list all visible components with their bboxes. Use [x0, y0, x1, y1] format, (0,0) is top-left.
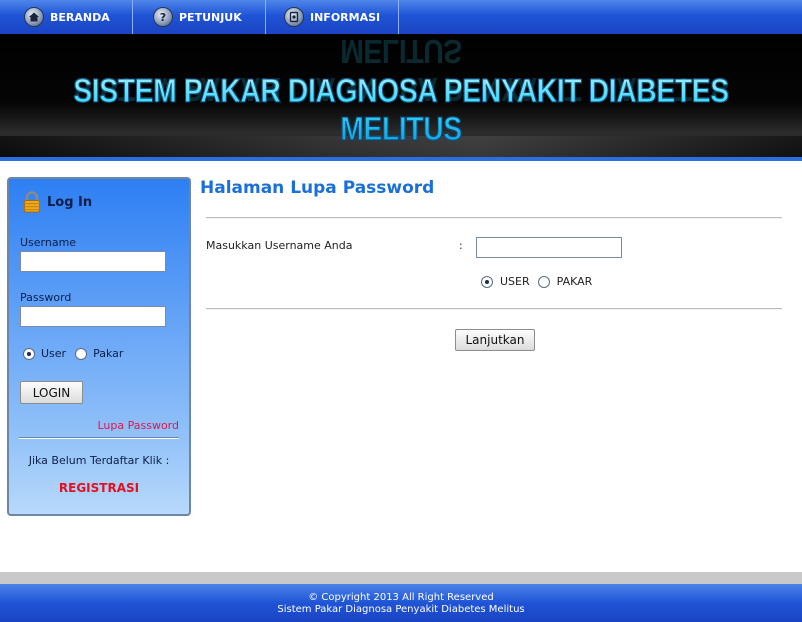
- username-field[interactable]: [20, 251, 166, 272]
- username-prompt-label: Masukkan Username Anda: [206, 239, 353, 252]
- register-link[interactable]: REGISTRASI: [9, 481, 189, 495]
- nav-item-beranda[interactable]: BERANDA: [0, 0, 133, 34]
- password-label: Password: [20, 291, 72, 304]
- continue-button[interactable]: Lanjutkan: [455, 329, 535, 351]
- role-label-pakar: Pakar: [93, 347, 124, 360]
- field-colon: :: [459, 239, 463, 252]
- banner-title-reflection: SISTEM PAKAR DIAGNOSA PENYAKIT DIABETES …: [73, 34, 729, 108]
- nav-label-informasi: INFORMASI: [310, 10, 381, 24]
- bottom-divider: [206, 308, 782, 310]
- nav-item-informasi[interactable]: INFORMASI: [266, 0, 399, 34]
- nav-label-petunjuk: PETUNJUK: [179, 10, 242, 24]
- role-radio-user[interactable]: [23, 347, 35, 360]
- login-role-group: User Pakar: [23, 347, 132, 360]
- role-label-user: User: [41, 347, 67, 360]
- banner-divider: [0, 157, 802, 161]
- nav-item-petunjuk[interactable]: ? PETUNJUK: [133, 0, 266, 34]
- page-title: Halaman Lupa Password: [200, 178, 435, 198]
- sidebar-divider: [19, 437, 179, 439]
- login-button[interactable]: LOGIN: [20, 381, 83, 404]
- home-icon: [24, 7, 44, 27]
- footer-copyright: © Copyright 2013 All Right Reserved: [308, 592, 494, 603]
- footer-subtitle: Sistem Pakar Diagnosa Penyakit Diabetes …: [277, 604, 525, 615]
- forgot-role-radio-pakar[interactable]: [537, 275, 550, 288]
- forgot-role-label-pakar: PAKAR: [556, 275, 593, 288]
- nav-label-beranda: BERANDA: [50, 10, 110, 24]
- top-navbar: BERANDA ? PETUNJUK INFORMASI: [0, 0, 802, 34]
- role-radio-pakar[interactable]: [75, 347, 88, 360]
- register-notice: Jika Belum Terdaftar Klik :: [28, 454, 170, 467]
- login-title: Log In: [47, 194, 93, 210]
- forgot-password-link[interactable]: Lupa Password: [97, 419, 179, 432]
- lock-icon: [24, 191, 40, 213]
- footer-separator: [0, 572, 802, 584]
- footer: © Copyright 2013 All Right Reserved Sist…: [0, 584, 802, 622]
- forgot-username-input[interactable]: [476, 237, 622, 258]
- username-label: Username: [20, 236, 77, 249]
- forgot-role-group: USER PAKAR: [481, 275, 600, 288]
- top-divider: [206, 217, 782, 219]
- help-icon: ?: [153, 7, 173, 27]
- password-field[interactable]: [20, 306, 166, 327]
- login-header: Log In: [23, 191, 92, 213]
- info-icon: [284, 7, 304, 27]
- forgot-role-radio-user[interactable]: [481, 275, 493, 288]
- svg-text:?: ?: [160, 11, 166, 23]
- header-banner: SISTEM PAKAR DIAGNOSA PENYAKIT DIABETES …: [0, 34, 802, 158]
- login-panel: Log In Username Password User Pakar LOGI…: [7, 177, 191, 516]
- forgot-role-label-user: USER: [500, 275, 530, 288]
